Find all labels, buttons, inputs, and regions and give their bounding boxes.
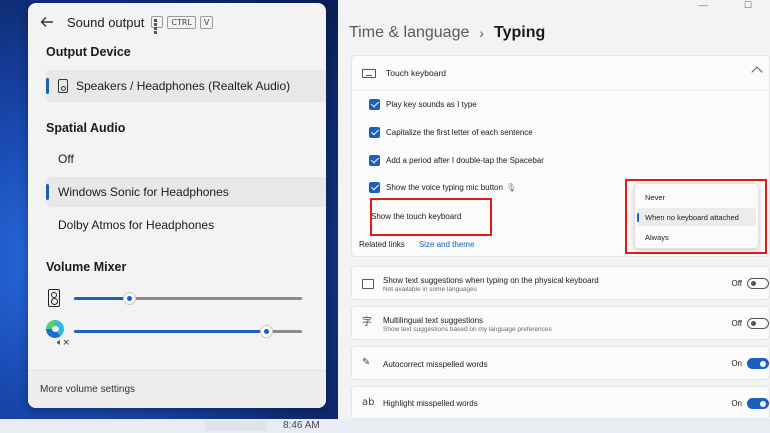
slider-fill [74,297,129,300]
toggle-switch[interactable] [747,278,769,289]
selection-indicator [46,184,49,200]
toggle-switch[interactable] [747,318,769,329]
selection-indicator [46,78,49,94]
spatial-option-label: Dolby Atmos for Headphones [58,218,215,232]
slider-thumb[interactable] [122,292,136,305]
maximize-icon[interactable]: ☐ [744,0,752,11]
spatial-option-windows-sonic[interactable]: Windows Sonic for Headphones [46,177,326,207]
checkbox-checked[interactable] [369,98,380,110]
touch-keyboard-title: Touch keyboard [386,68,447,78]
back-arrow-icon[interactable] [40,15,54,29]
shortcut-key-ctrl: CTRL [167,15,196,29]
setting-title: Highlight misspelled words [383,399,478,408]
taskbar-clock[interactable]: 8:46 AM [283,420,320,431]
setting-subtitle: Show text suggestions based on my langua… [383,326,552,333]
setting-row-autocorrect[interactable]: ✎ Autocorrect misspelled words On [351,346,770,380]
breadcrumb-parent[interactable]: Time & language [349,24,469,42]
checkbox-checked[interactable] [369,126,380,138]
toggle-state-label: On [731,399,742,408]
checkbox-row[interactable]: Play key sounds as I type [369,97,477,111]
page-title: Typing [494,24,546,41]
more-volume-settings-link[interactable]: More volume settings [40,384,135,395]
toggle-state-label: Off [731,319,742,328]
checkbox-row[interactable]: Add a period after I double-tap the Spac… [369,153,544,167]
size-and-theme-link[interactable]: Size and theme [419,240,475,249]
window-controls: — ☐ [699,0,752,11]
setting-subtitle: Not available in some languages [383,286,477,293]
checkbox-label: Add a period after I double-tap the Spac… [386,155,544,165]
output-device-label: Speakers / Headphones (Realtek Audio) [76,79,291,93]
slider-fill [74,330,266,333]
keyboard-icon [362,279,374,289]
checkbox-label: Play key sounds as I type [386,99,477,109]
spatial-option-off[interactable]: Off [46,144,326,174]
breadcrumb-chevron-icon: › [479,25,485,41]
checkbox-label: Show the voice typing mic button [386,182,503,192]
shortcut-key-v: V [199,15,214,29]
checkbox-label: Capitalize the first letter of each sent… [386,127,533,137]
system-speaker-icon[interactable] [48,289,60,307]
highlight-box-touch-keyboard [370,198,492,236]
breadcrumb: Time & language › Typing [349,24,545,42]
spatial-audio-heading: Spatial Audio [46,121,126,135]
touch-keyboard-header[interactable]: Touch keyboard [352,56,769,91]
edge-volume-slider[interactable] [74,325,302,338]
spatial-option-label: Off [58,152,74,166]
taskbar: 8:46 AM [0,419,770,433]
muted-speaker-icon[interactable]: 🔈︎× [57,338,70,348]
system-volume-slider[interactable] [74,292,302,305]
autocorrect-icon: ✎ [362,357,371,368]
setting-title: Autocorrect misspelled words [383,360,488,369]
chevron-up-icon[interactable] [751,66,763,78]
related-links: Related links Size and theme [359,240,474,249]
flyout-title: Sound output [67,14,145,30]
checkbox-checked[interactable] [369,154,380,166]
spatial-option-dolby-atmos[interactable]: Dolby Atmos for Headphones [46,210,326,240]
sound-output-flyout: Sound output CTRL V Output Device Speake… [28,3,326,408]
toggle-state-label: On [731,359,742,368]
toggle-switch[interactable] [747,398,769,409]
keyboard-icon [362,68,376,78]
output-device-item[interactable]: Speakers / Headphones (Realtek Audio) [46,70,326,102]
checkbox-row[interactable]: Capitalize the first letter of each sent… [369,125,533,139]
mixer-row-system [46,287,326,311]
spellcheck-icon: ab [362,397,375,408]
checkbox-checked[interactable] [369,181,380,193]
setting-row-text-suggestions[interactable]: Show text suggestions when typing on the… [351,266,770,300]
microphone-icon: 🎙︎ [505,182,517,192]
speaker-icon [58,79,68,93]
checkbox-row[interactable]: Show the voice typing mic button 🎙︎ [369,180,516,194]
toggle-switch[interactable] [747,358,769,369]
output-device-heading: Output Device [46,45,131,59]
spatial-option-label: Windows Sonic for Headphones [58,185,229,199]
flyout-footer: More volume settings [28,370,326,408]
minimize-icon[interactable]: — [699,0,708,11]
setting-row-multilingual[interactable]: 字 Multilingual text suggestions Show tex… [351,306,770,340]
flyout-header: Sound output CTRL V [40,13,217,34]
edge-browser-icon[interactable] [46,320,64,338]
toggle-state-label: Off [731,279,742,288]
highlight-box-dropdown [625,179,767,254]
slider-thumb[interactable] [259,325,273,338]
windows-key-icon [151,16,164,34]
taskbar-item[interactable] [205,421,267,431]
language-icon: 字 [362,317,372,328]
setting-title: Multilingual text suggestions [383,316,484,325]
mixer-row-edge: 🔈︎× [46,320,326,348]
setting-row-highlight-misspelled[interactable]: ab Highlight misspelled words On [351,386,770,419]
setting-title: Show text suggestions when typing on the… [383,276,599,285]
related-links-label: Related links [359,240,405,249]
volume-mixer-heading: Volume Mixer [46,260,127,274]
